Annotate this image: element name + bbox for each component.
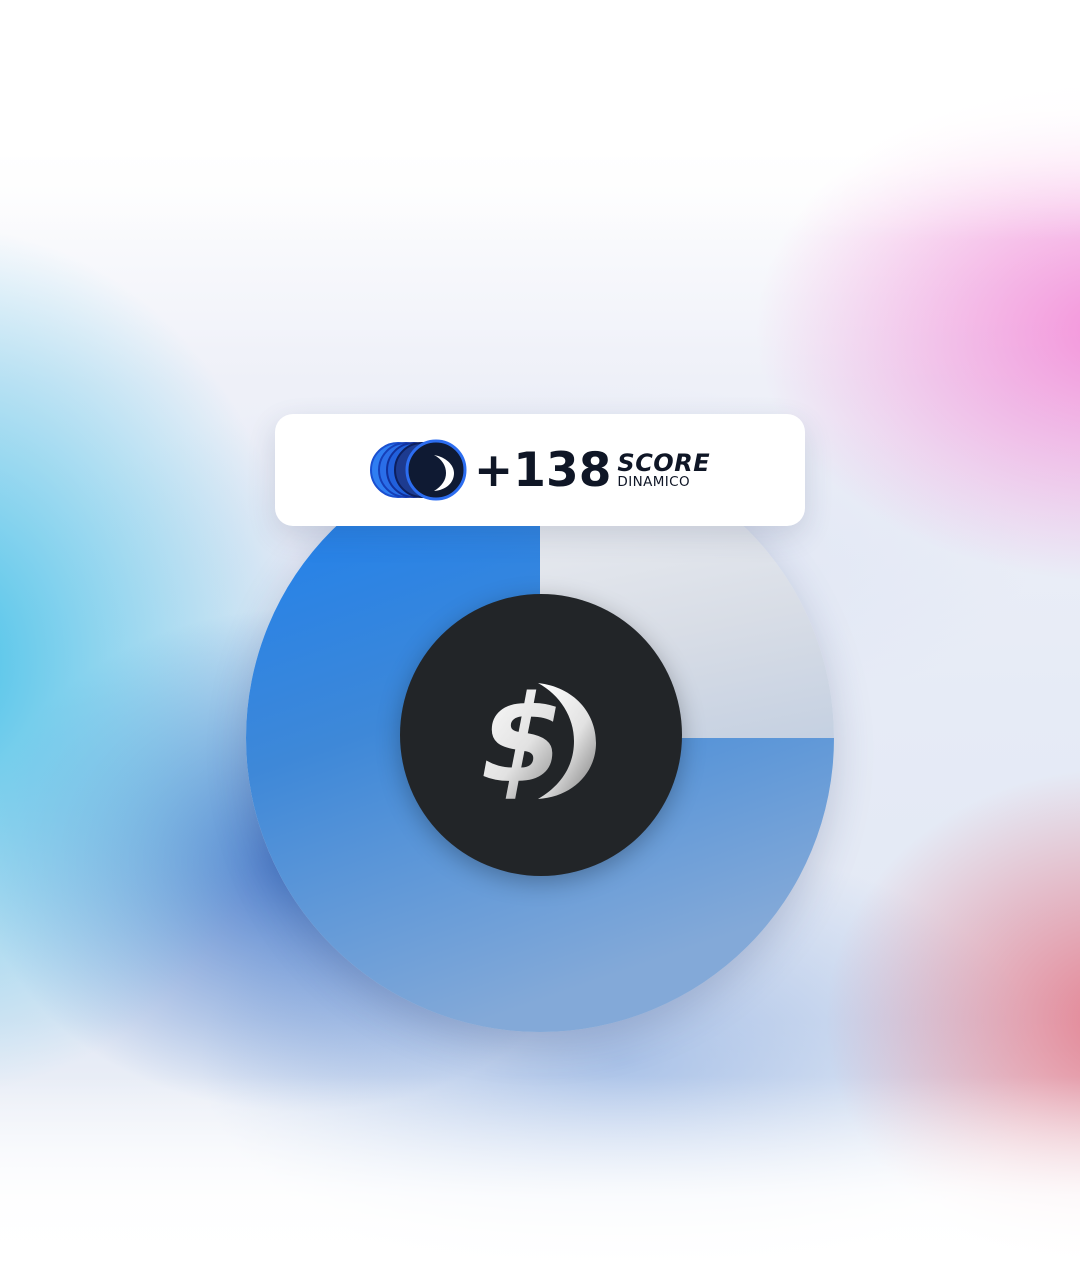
moon-coin-stack-icon bbox=[369, 435, 470, 505]
center-logo-disc: $ bbox=[400, 594, 682, 876]
background-top-fade bbox=[0, 0, 1080, 240]
dollar-moon-logo-icon: $ bbox=[480, 671, 596, 805]
score-value: +138 bbox=[473, 442, 612, 498]
score-card: +138 SCORE DINAMICO bbox=[275, 414, 805, 526]
score-card-content: +138 SCORE DINAMICO bbox=[369, 435, 710, 505]
score-title: SCORE bbox=[617, 448, 711, 477]
score-subtitle: DINAMICO bbox=[617, 473, 690, 490]
background-bottom-fade bbox=[0, 1076, 1080, 1276]
score-labels: SCORE DINAMICO bbox=[617, 451, 710, 490]
svg-text:$: $ bbox=[480, 671, 564, 805]
